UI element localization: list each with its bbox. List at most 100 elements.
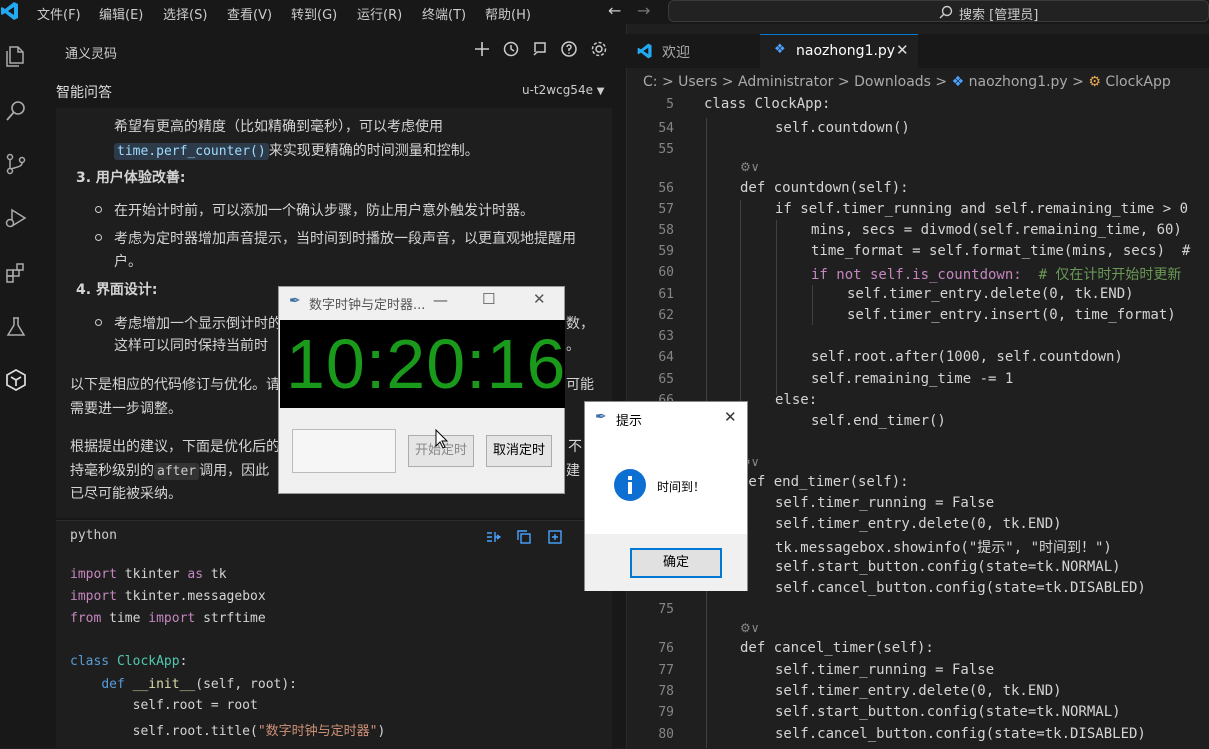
tab-naozhong1[interactable]: ❖ naozhong1.py ✕	[760, 34, 918, 68]
code-line: self.timer_running = False	[775, 662, 995, 678]
tab-welcome[interactable]: 欢迎	[630, 34, 758, 68]
maximize-icon[interactable]: ☐	[482, 290, 495, 308]
help-icon[interactable]	[560, 40, 578, 58]
python-file-icon: ❖	[951, 74, 965, 90]
indent-guide	[776, 220, 777, 395]
breadcrumb-item[interactable]: Users	[678, 74, 717, 90]
breadcrumb-item[interactable]: Administrator	[738, 74, 833, 90]
python-file-icon: ❖	[774, 42, 786, 57]
close-tab-icon[interactable]: ✕	[896, 41, 909, 59]
code-line: if not self.is_countdown: # 仅在计时开始时更新	[811, 267, 1182, 283]
line-number: 78	[658, 684, 674, 699]
cancel-timer-button[interactable]: 取消定时	[486, 435, 552, 467]
breadcrumb-item[interactable]: C:	[643, 74, 658, 90]
menu-run[interactable]: 运行(R)	[357, 4, 402, 23]
indent-guide	[740, 200, 741, 430]
line-number: 59	[658, 244, 674, 259]
minimize-icon[interactable]: —	[433, 291, 448, 309]
answer-line: 持毫秒级别的 after 调用，因此	[70, 463, 270, 480]
answer-line: 已尽可能被采纳。	[70, 486, 182, 502]
new-file-icon[interactable]	[547, 529, 563, 545]
line-number: 61	[658, 287, 674, 302]
answer-line: 希望有更高的精度（比如精确到毫秒），可以考虑使用	[114, 119, 443, 135]
close-icon[interactable]: ✕	[724, 408, 737, 426]
code-line: def cancel_timer(self):	[740, 640, 934, 656]
menu-selection[interactable]: 选择(S)	[163, 4, 207, 23]
line-number: 63	[658, 329, 674, 344]
line-number: 55	[658, 142, 674, 157]
line-number: 80	[658, 727, 674, 742]
breadcrumb: C: > Users > Administrator > Downloads >…	[643, 74, 1171, 90]
source-control-icon[interactable]	[4, 152, 28, 176]
line-number: 64	[658, 350, 674, 365]
code-line: self.timer_entry.delete(0, tk.END)	[775, 516, 1062, 532]
title-bar: 文件(F) 编辑(E) 选择(S) 查看(V) 转到(G) 运行(R) 终端(T…	[0, 0, 1209, 24]
timer-entry-field[interactable]	[292, 429, 396, 473]
code-language-label: python	[70, 528, 117, 543]
explorer-icon[interactable]	[4, 44, 28, 68]
back-arrow-icon[interactable]: ←	[608, 1, 621, 20]
code-line: import tkinter as tk	[70, 567, 227, 582]
insert-code-icon[interactable]	[485, 529, 501, 545]
code-line: self.root.after(1000, self.countdown)	[811, 349, 1123, 365]
clock-display: 10:20:16	[280, 320, 565, 408]
answer-line: 建	[566, 463, 580, 479]
answer-line: 考虑为定时器增加声音提示，当时间到时播放一段声音，以更直观地提醒用	[114, 231, 576, 247]
line-number: 75	[658, 602, 674, 617]
feedback-icon[interactable]	[531, 40, 549, 58]
line-number: 77	[658, 663, 674, 678]
code-line: self.countdown()	[775, 120, 910, 136]
window-title: 数字时钟与定时器...	[309, 298, 426, 313]
user-account-dropdown[interactable]: u-t2wcg54e ▼	[522, 83, 605, 97]
code-line: self.timer_entry.delete(0, tk.END)	[847, 286, 1134, 302]
class-symbol-icon: ⚙	[1088, 74, 1101, 90]
code-line: self.root = root	[70, 698, 258, 713]
search-label: 搜索 [管理员]	[959, 8, 1039, 23]
new-chat-icon[interactable]	[473, 40, 491, 58]
line-number: 58	[658, 223, 674, 238]
breadcrumb-item[interactable]: naozhong1.py	[969, 74, 1068, 90]
line-number: 65	[658, 372, 674, 387]
breadcrumb-item[interactable]: Downloads	[854, 74, 931, 90]
copy-code-icon[interactable]	[516, 529, 532, 545]
testing-flask-icon[interactable]	[4, 315, 28, 339]
code-line: from time import strftime	[70, 611, 266, 626]
code-block	[56, 520, 612, 749]
forward-arrow-icon[interactable]: →	[637, 1, 650, 20]
code-line: self.root.title("数字时钟与定时器")	[70, 724, 386, 739]
info-icon	[614, 469, 646, 501]
code-line: class ClockApp:	[70, 654, 188, 669]
menu-go[interactable]: 转到(G)	[291, 4, 337, 23]
bullet	[95, 319, 102, 326]
code-line: time_format = self.format_time(mins, sec…	[811, 243, 1191, 259]
tongyi-lingma-icon[interactable]	[4, 368, 28, 392]
tk-feather-icon: ✒	[595, 409, 607, 425]
settings-gear-icon[interactable]	[590, 40, 608, 58]
codelens-icon[interactable]: ⚙∨	[740, 160, 760, 174]
code-line: self.timer_running = False	[775, 495, 995, 511]
search-icon	[939, 5, 953, 19]
extensions-icon[interactable]	[4, 261, 28, 285]
breadcrumb-item[interactable]: ClockApp	[1105, 74, 1170, 90]
ok-button[interactable]: 确定	[630, 548, 722, 578]
code-line: mins, secs = divmod(self.remaining_time,…	[811, 222, 1182, 238]
menu-terminal[interactable]: 终端(T)	[422, 4, 466, 23]
menu-edit[interactable]: 编辑(E)	[99, 4, 143, 23]
answer-line: 根据提出的建议，下面是优化后的	[70, 439, 280, 455]
codelens-icon[interactable]: ⚙∨	[740, 621, 760, 635]
section-heading: 4. 界面设计:	[76, 282, 158, 298]
run-debug-icon[interactable]	[4, 206, 28, 230]
code-line: import tkinter.messagebox	[70, 589, 266, 604]
menu-file[interactable]: 文件(F)	[37, 4, 81, 23]
code-line: else:	[775, 392, 818, 408]
history-icon[interactable]	[502, 40, 520, 58]
clock-time: 10:20:16	[286, 325, 567, 403]
answer-line: 这样可以同时保持当前时	[114, 338, 268, 354]
command-center-search[interactable]: 搜索 [管理员]	[668, 0, 1209, 23]
line-number: 56	[658, 181, 674, 196]
menu-view[interactable]: 查看(V)	[227, 4, 272, 23]
close-icon[interactable]: ✕	[533, 290, 546, 308]
search-icon[interactable]	[4, 99, 28, 123]
menu-help[interactable]: 帮助(H)	[485, 4, 531, 23]
vscode-logo-icon	[1, 2, 18, 20]
